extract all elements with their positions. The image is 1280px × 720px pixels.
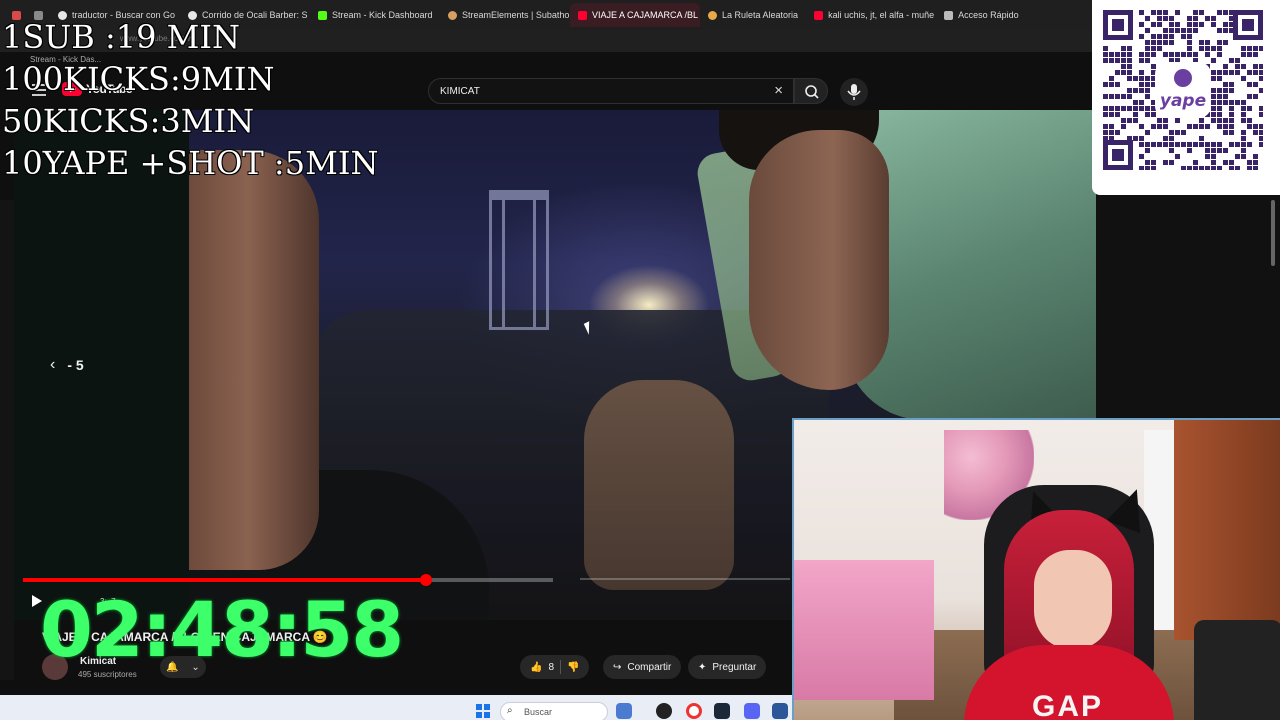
webcam-suitcase — [1194, 620, 1280, 720]
tab-label: VIAJE A CAJAMARCA /BL — [592, 10, 699, 20]
windows-start-icon[interactable] — [476, 704, 490, 718]
tab-label: La Ruleta Aleatoria — [722, 10, 799, 20]
seek-back-indicator[interactable]: ‹ - 5 — [50, 356, 84, 374]
chevron-left-icon: ‹ — [50, 356, 56, 373]
sparkle-icon: ✦ — [698, 661, 707, 673]
yape-logo-text: yape — [1160, 91, 1206, 111]
webcam-streamer-face — [1034, 550, 1112, 650]
browser-tab[interactable]: StreamElements | Subatho — [440, 3, 570, 27]
webcam-door — [1174, 420, 1280, 640]
microphone-icon — [847, 84, 861, 100]
seek-back-amount: - 5 — [67, 357, 84, 373]
windows-taskbar — [0, 695, 792, 720]
youtube-icon — [814, 10, 824, 20]
browser-tab-active[interactable]: VIAJE A CAJAMARCA /BL — [570, 3, 700, 27]
goal-line: 100KICKS:9MIN — [2, 60, 275, 98]
taskbar-search-input[interactable] — [500, 702, 608, 720]
goal-line: 50KICKS:3MIN — [2, 102, 255, 140]
taskbar-app-icon[interactable] — [616, 703, 632, 719]
search-button[interactable] — [794, 78, 828, 104]
roulette-icon — [708, 10, 717, 20]
like-icon[interactable]: 👍 — [530, 662, 542, 673]
streamelements-icon — [448, 10, 457, 20]
discord-icon[interactable] — [744, 703, 760, 719]
ask-label: Preguntar — [712, 661, 757, 673]
browser-tab[interactable]: Acceso Rápido — [936, 3, 1027, 27]
tab-label: kali uchis, jt, el alfa - muñe — [828, 10, 935, 20]
browser-tab[interactable]: La Ruleta Aleatoria — [700, 3, 806, 27]
search-value: KIMICAT — [440, 86, 480, 97]
tab-label: StreamElements | Subatho — [462, 10, 570, 20]
ask-button[interactable]: ✦ Preguntar — [688, 655, 767, 679]
share-label: Compartir — [627, 661, 672, 673]
player-left-area — [14, 110, 189, 620]
yape-qr-code: yape — [1092, 0, 1280, 195]
video-tower — [489, 190, 549, 330]
taskbar-search-placeholder: Buscar — [524, 707, 553, 717]
grid-icon — [944, 10, 954, 20]
tab-label: Acceso Rápido — [958, 10, 1019, 20]
dislike-icon[interactable]: 👎 — [567, 662, 579, 673]
steam-icon[interactable] — [714, 703, 730, 719]
progress-fill — [23, 578, 426, 582]
video-person-right — [749, 130, 889, 390]
progress-scrubber[interactable] — [420, 574, 432, 586]
video-fist — [584, 380, 734, 590]
goal-line: 1SUB :19 MIN — [2, 18, 241, 56]
search-icon — [805, 85, 819, 99]
clear-search-icon[interactable]: × — [774, 82, 783, 99]
chrome-icon[interactable] — [656, 703, 672, 719]
youtube-sidebar — [1096, 195, 1280, 417]
video-person-left — [189, 150, 319, 570]
progress-track-right — [580, 578, 790, 580]
qr-code-icon: yape — [1103, 10, 1263, 170]
opera-icon[interactable] — [686, 703, 702, 719]
share-button[interactable]: ↪ Compartir — [603, 655, 682, 679]
webcam-bed — [794, 560, 934, 700]
search-input[interactable]: KIMICAT × — [428, 78, 794, 104]
word-icon[interactable] — [772, 703, 788, 719]
stream-screen: traductor - Buscar con Go Corrido de Oca… — [0, 0, 1280, 720]
stream-goals: 1SUB :19 MIN 100KICKS:9MIN 50KICKS:3MIN … — [2, 16, 378, 184]
search-icon: ⌕ — [507, 705, 513, 716]
page-scrollbar[interactable] — [1271, 200, 1275, 266]
goal-line: 10YAPE +SHOT :5MIN — [2, 144, 379, 182]
voice-search-button[interactable] — [840, 78, 868, 106]
subathon-timer: 02:48:58 — [40, 585, 404, 674]
share-icon: ↪ — [613, 661, 622, 673]
left-dock-panel — [0, 200, 14, 680]
webcam-feed: GAP — [792, 418, 1280, 720]
like-count: 8 — [548, 661, 555, 673]
browser-tab[interactable]: kali uchis, jt, el alfa - muñe — [806, 3, 936, 27]
like-divider — [560, 660, 562, 674]
shirt-logo: GAP — [1032, 690, 1104, 720]
youtube-icon — [578, 10, 587, 20]
like-dislike-group: 👍 8 👎 — [520, 655, 590, 679]
